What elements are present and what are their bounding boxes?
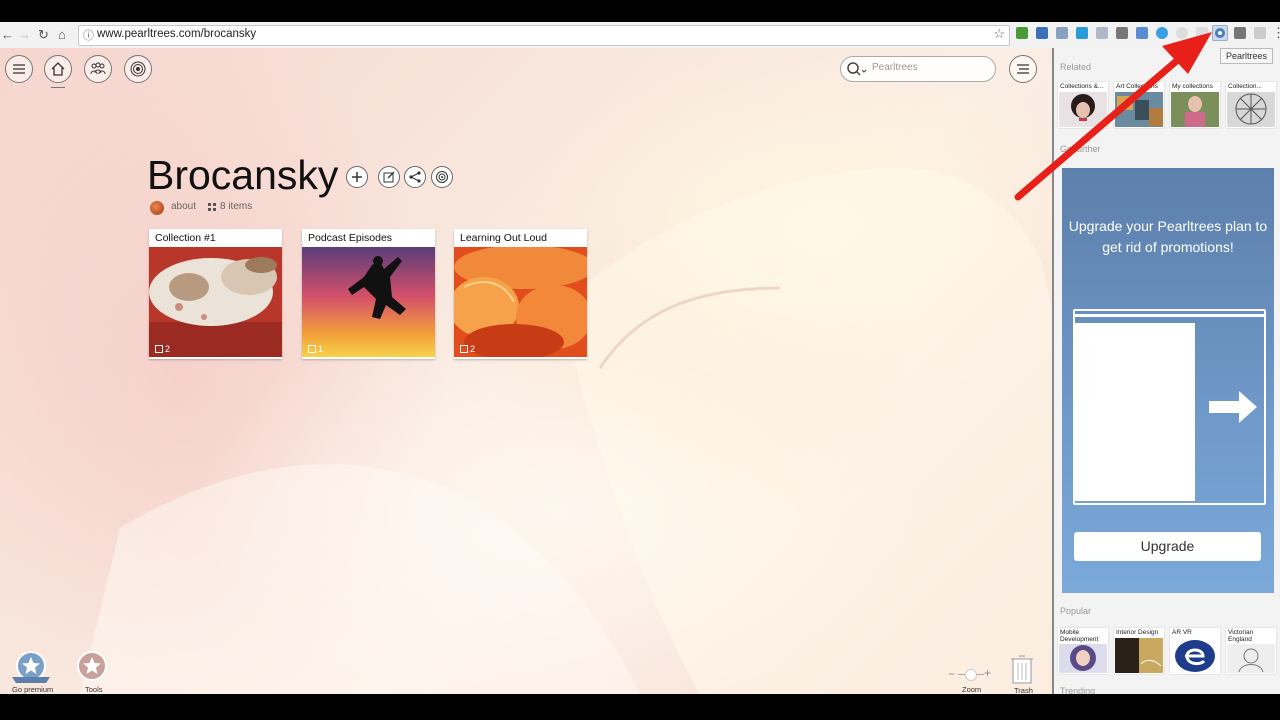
bottom-black-bar bbox=[0, 694, 1280, 720]
annotation-arrow bbox=[1014, 32, 1212, 201]
